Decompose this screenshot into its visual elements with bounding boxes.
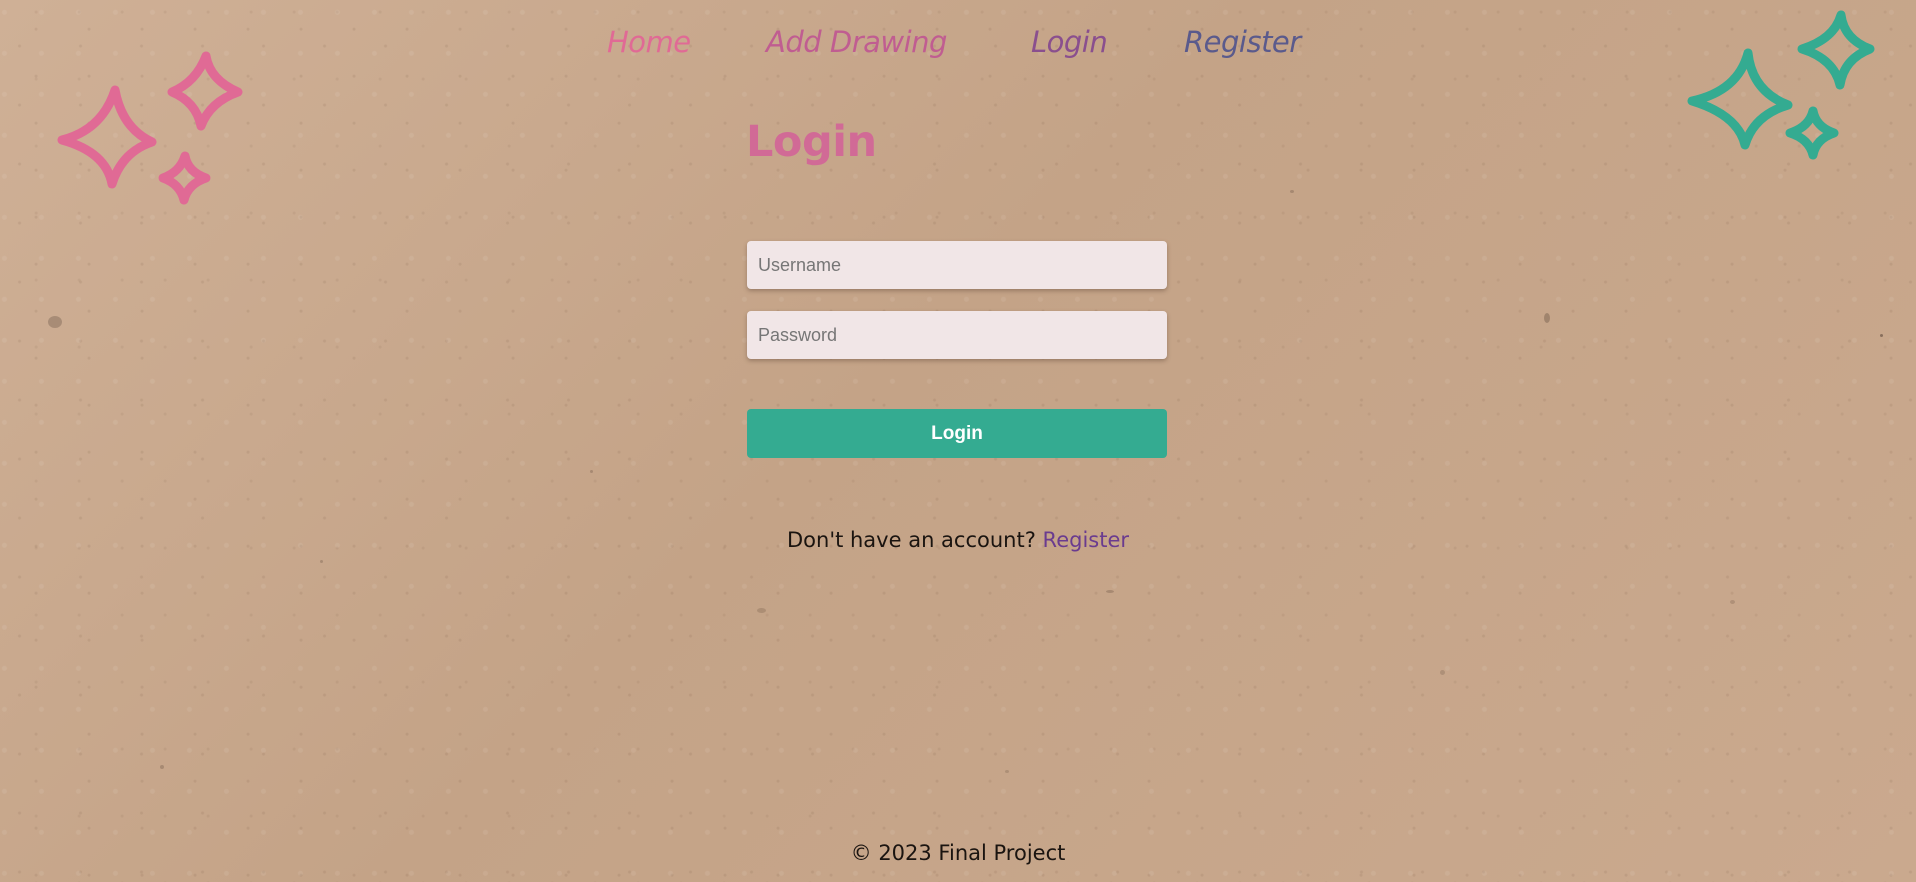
footer: © 2023 Final Project: [0, 838, 1916, 868]
register-prompt-text: Don't have an account?: [786, 528, 1043, 552]
sparkles-icon: [1680, 5, 1880, 175]
nav-link-home[interactable]: Home: [607, 22, 691, 62]
register-link[interactable]: Register: [1043, 528, 1129, 552]
teal-sparkles-icon: [1687, 10, 1875, 160]
nav-link-register[interactable]: Register: [1184, 22, 1301, 62]
register-prompt: Don't have an account? Register: [0, 525, 1916, 555]
password-input[interactable]: [747, 311, 1167, 359]
footer-copyright: © 2023 Final Project: [850, 841, 1066, 865]
nav-link-add-drawing[interactable]: Add Drawing: [766, 22, 947, 62]
page-title: Login: [746, 117, 877, 167]
sparkles-icon: [50, 40, 260, 220]
main-nav: Home Add Drawing Login Register: [0, 22, 1916, 62]
nav-link-login[interactable]: Login: [1031, 22, 1108, 62]
pink-sparkles-icon: [57, 51, 243, 205]
username-input[interactable]: [747, 241, 1167, 289]
login-button[interactable]: Login: [747, 409, 1167, 458]
